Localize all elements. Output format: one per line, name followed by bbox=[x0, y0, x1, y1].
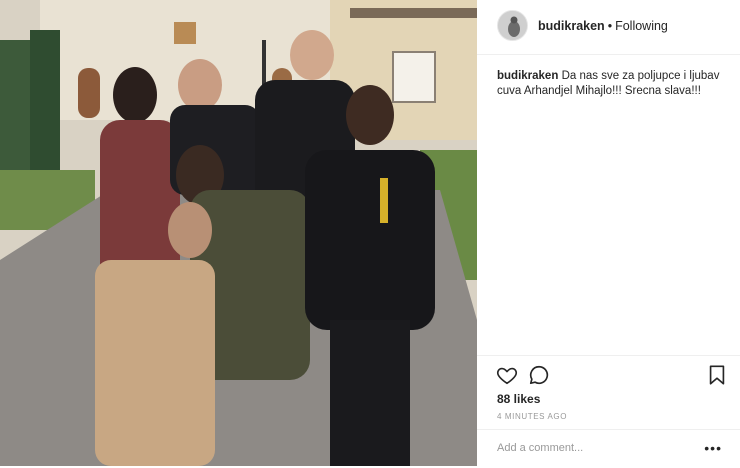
header-text: budikraken • Following bbox=[538, 19, 668, 33]
following-button[interactable]: Following bbox=[615, 19, 668, 33]
post-photo[interactable] bbox=[0, 0, 477, 466]
post-actions: 88 likes 4 minutes ago ••• bbox=[477, 355, 740, 467]
post-caption: budikraken Da nas sve za poljupce i ljub… bbox=[497, 69, 725, 99]
likes-count[interactable]: 88 likes bbox=[497, 392, 540, 406]
avatar-image bbox=[498, 11, 527, 40]
post-timestamp[interactable]: 4 minutes ago bbox=[497, 412, 567, 421]
post-header: budikraken • Following bbox=[477, 0, 740, 55]
username-link[interactable]: budikraken bbox=[538, 19, 605, 33]
comment-input[interactable] bbox=[497, 442, 697, 454]
comment-bar: ••• bbox=[477, 429, 740, 468]
bookmark-icon[interactable] bbox=[706, 364, 728, 386]
comment-bubble-icon[interactable] bbox=[528, 364, 550, 386]
instagram-post: budikraken • Following budikraken Da nas s… bbox=[0, 0, 740, 466]
heart-icon[interactable] bbox=[496, 364, 518, 386]
separator-dot: • bbox=[607, 19, 613, 33]
avatar[interactable] bbox=[497, 10, 528, 41]
caption-username-link[interactable]: budikraken bbox=[497, 70, 558, 82]
family-photo-illustration bbox=[0, 0, 477, 466]
post-sidebar: budikraken • Following budikraken Da nas s… bbox=[477, 0, 740, 466]
more-options-icon[interactable]: ••• bbox=[704, 440, 722, 456]
